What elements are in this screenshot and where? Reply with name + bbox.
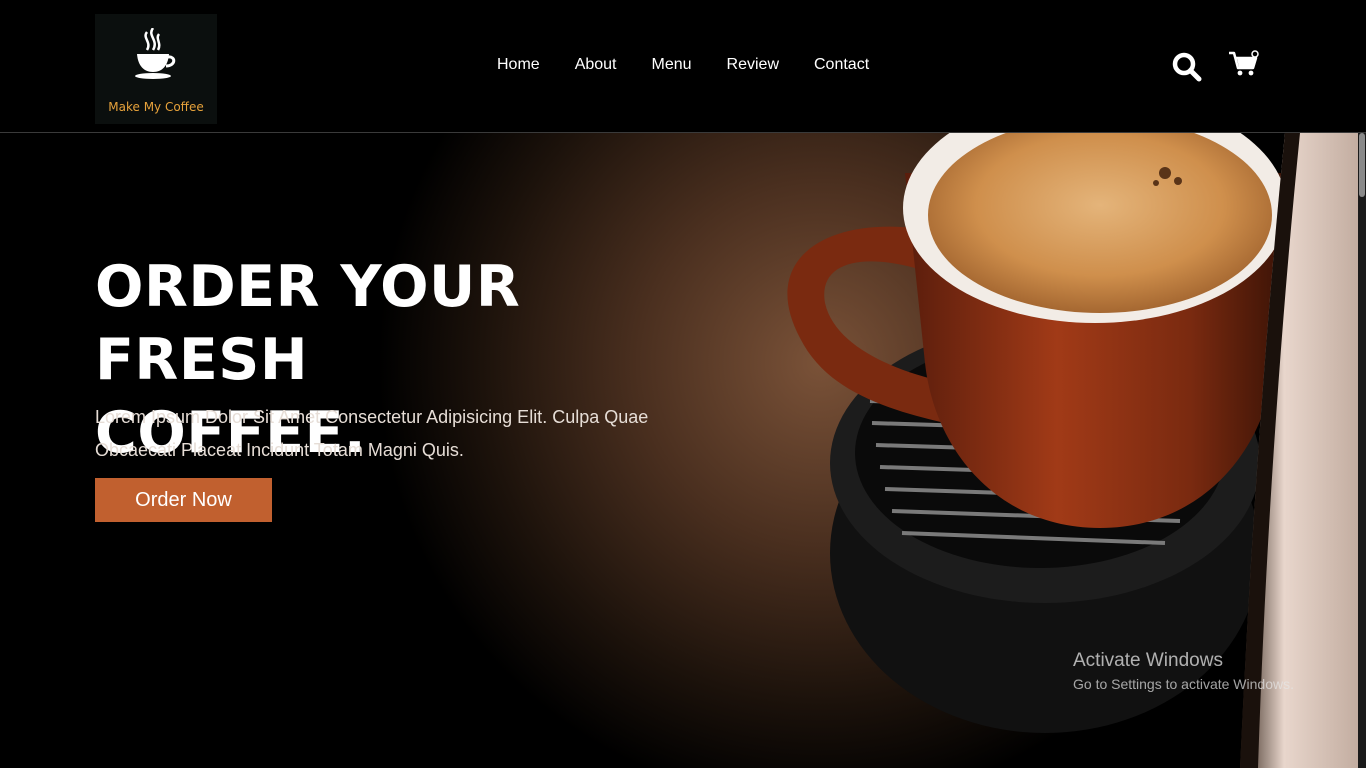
cart-icon[interactable] — [1228, 50, 1260, 78]
nav-home[interactable]: Home — [497, 56, 540, 74]
hero-title-line1: ORDER YOUR FRESH — [95, 254, 521, 393]
scrollbar[interactable] — [1358, 133, 1366, 768]
hero-section: ORDER YOUR FRESH COFFEE. Lorem Ipsum Dol… — [0, 133, 1366, 768]
site-header: Make My Coffee Home About Menu Review Co… — [0, 0, 1366, 133]
nav-review[interactable]: Review — [727, 56, 779, 74]
activate-windows-title: Activate Windows — [1073, 650, 1223, 671]
logo-text: Make My Coffee — [108, 100, 204, 114]
order-now-button[interactable]: Order Now — [95, 478, 272, 522]
nav-about[interactable]: About — [575, 56, 617, 74]
logo[interactable]: Make My Coffee — [95, 14, 217, 124]
coffee-cup-icon — [135, 28, 176, 79]
search-icon[interactable] — [1172, 52, 1202, 82]
main-nav: Home About Menu Review Contact — [497, 56, 869, 74]
scrollbar-thumb[interactable] — [1359, 133, 1365, 197]
nav-menu[interactable]: Menu — [652, 56, 692, 74]
activate-windows-subtitle: Go to Settings to activate Windows. — [1073, 676, 1294, 692]
hero-description: Lorem Ipsum Dolor Sit Amet Consectetur A… — [95, 407, 649, 460]
nav-contact[interactable]: Contact — [814, 56, 869, 74]
